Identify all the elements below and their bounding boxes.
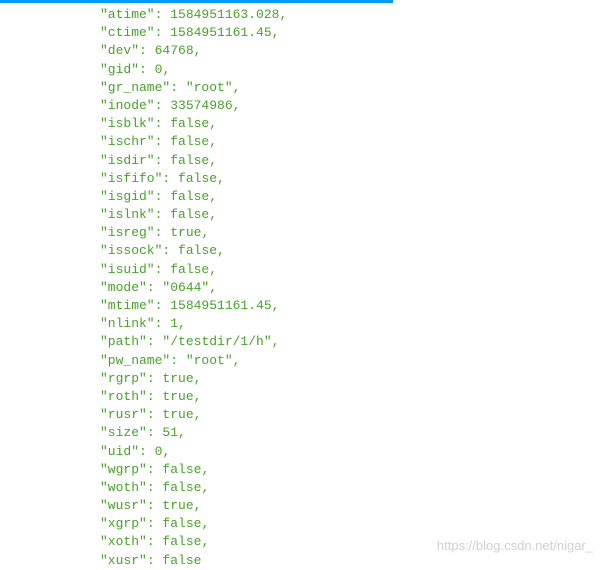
json-line: "rusr": true, xyxy=(100,406,605,424)
json-line: "ctime": 1584951161.45, xyxy=(100,24,605,42)
json-line: "path": "/testdir/1/h", xyxy=(100,333,605,351)
json-line: "ischr": false, xyxy=(100,133,605,151)
json-line: "isreg": true, xyxy=(100,224,605,242)
json-line: "size": 51, xyxy=(100,424,605,442)
json-output: "atime": 1584951163.028,"ctime": 1584951… xyxy=(0,0,605,570)
json-line: "isblk": false, xyxy=(100,115,605,133)
json-line: "isuid": false, xyxy=(100,261,605,279)
json-line: "wusr": true, xyxy=(100,497,605,515)
json-line: "pw_name": "root", xyxy=(100,352,605,370)
json-line: "woth": false, xyxy=(100,479,605,497)
json-line: "gid": 0, xyxy=(100,61,605,79)
json-line: "dev": 64768, xyxy=(100,42,605,60)
json-line: "uid": 0, xyxy=(100,443,605,461)
json-line: "isgid": false, xyxy=(100,188,605,206)
json-line: "roth": true, xyxy=(100,388,605,406)
json-line: "xusr": false xyxy=(100,552,605,570)
json-line: "xoth": false, xyxy=(100,533,605,551)
json-line: "issock": false, xyxy=(100,242,605,260)
json-line: "rgrp": true, xyxy=(100,370,605,388)
json-line: "islnk": false, xyxy=(100,206,605,224)
json-line: "inode": 33574986, xyxy=(100,97,605,115)
json-line: "nlink": 1, xyxy=(100,315,605,333)
json-line: "isfifo": false, xyxy=(100,170,605,188)
json-line: "mode": "0644", xyxy=(100,279,605,297)
page-load-progress xyxy=(0,0,393,3)
json-line: "wgrp": false, xyxy=(100,461,605,479)
json-line: "xgrp": false, xyxy=(100,515,605,533)
json-line: "atime": 1584951163.028, xyxy=(100,6,605,24)
json-line: "isdir": false, xyxy=(100,152,605,170)
json-line: "mtime": 1584951161.45, xyxy=(100,297,605,315)
json-line: "gr_name": "root", xyxy=(100,79,605,97)
